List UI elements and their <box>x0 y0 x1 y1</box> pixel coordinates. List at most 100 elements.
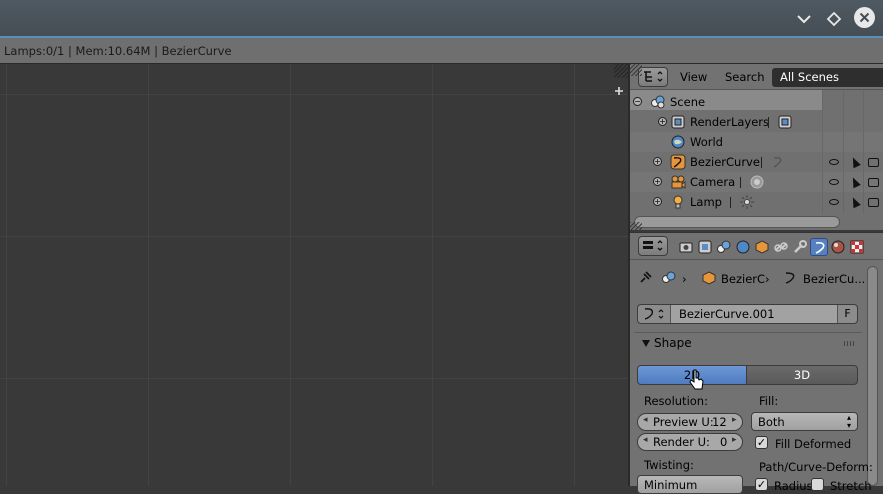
visibility-eye-icon[interactable] <box>829 199 839 205</box>
breadcrumb-chevron-icon: › <box>682 272 687 286</box>
outliner-row-beziercurve[interactable]: + BezierCurve <box>630 152 883 172</box>
row-label: Scene <box>670 95 706 109</box>
render-tab-camera-icon[interactable] <box>677 238 695 256</box>
3d-viewport[interactable] <box>0 64 628 486</box>
curve-datablock-selector[interactable]: BezierCurve.001 F <box>637 304 858 324</box>
scene-tab-icon[interactable] <box>715 238 733 256</box>
expand-icon[interactable]: + <box>653 197 662 206</box>
renderlayers-icon <box>670 114 686 130</box>
outliner-row-renderlayers[interactable]: + RenderLayers <box>630 112 883 132</box>
twisting-label: Twisting: <box>644 458 694 472</box>
increment-arrow-icon[interactable]: ▸ <box>732 415 737 425</box>
preview-resolution-field[interactable]: ◂ Preview U: 12 ▸ <box>637 413 743 431</box>
fill-label: Fill: <box>759 394 779 408</box>
row-label: Lamp <box>690 195 722 209</box>
outliner-horizontal-scrollbar[interactable] <box>634 216 840 228</box>
expand-icon[interactable]: + <box>653 157 662 166</box>
panel-title: Shape <box>654 336 692 350</box>
window-titlebar <box>0 0 883 36</box>
editor-type-button[interactable] <box>638 236 668 256</box>
pin-icon[interactable] <box>639 270 653 287</box>
renderlayer-icon[interactable] <box>777 114 793 130</box>
fake-user-button[interactable]: F <box>838 305 857 323</box>
separator <box>730 197 731 208</box>
object-tab-cube-icon[interactable] <box>753 238 771 256</box>
render-u-label: Render U: <box>653 435 710 449</box>
curve-data-tab-icon[interactable] <box>810 238 828 256</box>
camera-data-icon[interactable] <box>749 174 765 190</box>
column-divider <box>863 90 864 214</box>
selectability-cursor-icon[interactable] <box>849 175 861 189</box>
fill-mode-select[interactable]: Both ▴ ▾ <box>751 412 858 431</box>
separator <box>740 177 741 188</box>
curve-data-icon <box>783 271 797 288</box>
scene-icon <box>650 94 666 110</box>
area-split-handle[interactable] <box>614 64 628 78</box>
view-menu[interactable]: View <box>680 70 707 84</box>
search-menu[interactable]: Search <box>725 70 765 84</box>
decrement-arrow-icon[interactable]: ◂ <box>643 415 648 425</box>
stretch-checkbox[interactable] <box>811 478 824 491</box>
path-deform-label: Path/Curve-Deform: <box>759 460 873 474</box>
curve-object-icon <box>670 154 686 170</box>
renderability-camera-icon[interactable] <box>868 198 879 207</box>
increment-arrow-icon[interactable]: ▸ <box>732 435 737 445</box>
fill-deformed-label: Fill Deformed <box>775 437 852 451</box>
outliner-row-world[interactable]: World <box>630 132 883 152</box>
curve-data-browse-icon[interactable] <box>642 306 668 325</box>
material-tab-sphere-icon[interactable] <box>829 238 847 256</box>
object-cube-icon <box>702 271 716 288</box>
area-split-handle[interactable] <box>630 64 642 76</box>
dimensions-3d-button[interactable]: 3D <box>746 365 858 385</box>
radius-checkbox[interactable]: ✓ <box>755 478 768 491</box>
display-mode-select[interactable]: All Scenes <box>772 68 883 87</box>
fill-mode-value: Both <box>758 415 785 429</box>
world-tab-icon[interactable] <box>734 238 752 256</box>
selectability-cursor-icon[interactable] <box>849 155 861 169</box>
minimize-chevron-icon[interactable] <box>794 9 814 29</box>
row-label: World <box>690 135 723 149</box>
render-layers-tab-icon[interactable] <box>696 238 714 256</box>
breadcrumb-chevron-icon: › <box>765 272 770 286</box>
decrement-arrow-icon[interactable]: ◂ <box>643 435 648 445</box>
modifiers-tab-wrench-icon[interactable] <box>791 238 809 256</box>
render-resolution-field[interactable]: ◂ Render U: 0 ▸ <box>637 433 743 451</box>
separator <box>761 157 762 168</box>
breadcrumb-data: BezierCu... <box>803 272 866 286</box>
visibility-eye-icon[interactable] <box>829 179 839 185</box>
outliner-row-scene[interactable]: − Scene <box>630 92 883 112</box>
renderability-camera-icon[interactable] <box>868 158 879 167</box>
row-label: BezierCurve <box>690 155 760 169</box>
expand-icon[interactable]: + <box>658 117 667 126</box>
twisting-mode-select[interactable]: Minimum <box>637 475 743 494</box>
column-divider <box>822 90 823 214</box>
curve-data-icon[interactable] <box>770 154 786 170</box>
collapse-icon[interactable]: − <box>633 97 642 106</box>
updown-arrows-icon: ▴ ▾ <box>847 413 852 430</box>
preview-u-label: Preview U: <box>653 415 714 429</box>
panel-collapse-triangle-icon <box>641 338 651 351</box>
panel-drag-grip-icon[interactable] <box>844 341 856 346</box>
texture-tab-checker-icon[interactable] <box>848 238 866 256</box>
fill-deformed-checkbox[interactable]: ✓ <box>755 436 768 449</box>
visibility-eye-icon[interactable] <box>829 159 839 165</box>
scene-stats-text: Lamps:0/1 | Mem:10.64M | BezierCurve <box>4 44 232 58</box>
resolution-label: Resolution: <box>644 394 708 408</box>
outliner-row-camera[interactable]: + Camera <box>630 172 883 192</box>
lamp-data-icon[interactable] <box>739 194 755 210</box>
selectability-cursor-icon[interactable] <box>849 195 861 209</box>
radius-label: Radius <box>774 479 813 493</box>
shape-panel-header[interactable]: Shape <box>634 333 861 353</box>
expand-icon[interactable]: + <box>653 177 662 186</box>
close-window-button[interactable] <box>854 7 875 28</box>
editor-type-button[interactable] <box>638 67 668 87</box>
outliner-row-lamp[interactable]: + Lamp <box>630 192 883 212</box>
renderability-camera-icon[interactable] <box>868 178 879 187</box>
properties-vertical-scrollbar[interactable] <box>867 266 878 486</box>
datablock-name-field[interactable]: BezierCurve.001 <box>670 305 838 323</box>
breadcrumb-object: BezierC <box>721 272 766 286</box>
constraints-tab-link-icon[interactable] <box>772 238 790 256</box>
maximize-diamond-icon[interactable] <box>824 9 844 29</box>
toolshelf-toggle-plus-icon[interactable] <box>612 86 626 100</box>
render-u-value: 0 <box>720 435 728 449</box>
